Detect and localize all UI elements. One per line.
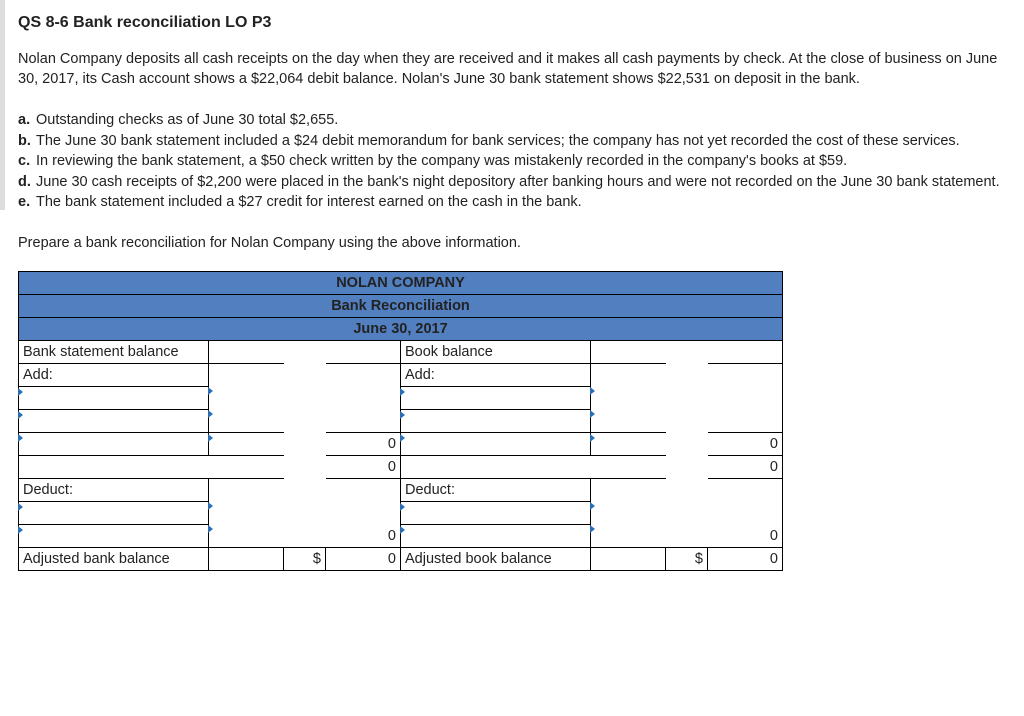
dropdown-cell[interactable]: [591, 501, 666, 524]
input-cell[interactable]: [209, 478, 284, 501]
input-cell[interactable]: [209, 363, 284, 386]
item-list: a. Outstanding checks as of June 30 tota…: [18, 111, 1010, 213]
table-row: 0 0: [19, 455, 783, 478]
dropdown-cell[interactable]: [209, 524, 284, 547]
table-row: Add: Add:: [19, 363, 783, 386]
instruction-text: Prepare a bank reconciliation for Nolan …: [18, 235, 1010, 251]
calc-cell: 0: [708, 524, 783, 547]
reconciliation-table: NOLAN COMPANY Bank Reconciliation June 3…: [18, 271, 783, 571]
input-cell[interactable]: [708, 363, 783, 386]
dropdown-cell[interactable]: [401, 524, 591, 547]
calc-cell: 0: [326, 432, 401, 455]
table-company: NOLAN COMPANY: [19, 271, 783, 294]
table-row: Deduct: Deduct:: [19, 478, 783, 501]
dropdown-cell[interactable]: [401, 432, 591, 455]
input-cell[interactable]: [209, 547, 284, 570]
input-cell[interactable]: [591, 547, 666, 570]
dropdown-cell[interactable]: [19, 386, 209, 409]
table-row: [19, 386, 783, 409]
input-cell[interactable]: [708, 386, 783, 409]
calc-cell: 0: [326, 524, 401, 547]
dropdown-cell[interactable]: [401, 409, 591, 432]
table-row: [19, 501, 783, 524]
table-date: June 30, 2017: [19, 317, 783, 340]
input-cell[interactable]: [591, 478, 666, 501]
page-title: QS 8-6 Bank reconciliation LO P3: [18, 14, 1010, 32]
dropdown-cell[interactable]: [591, 386, 666, 409]
dropdown-cell[interactable]: [209, 409, 284, 432]
input-cell[interactable]: [326, 363, 401, 386]
list-item: d. June 30 cash receipts of $2,200 were …: [18, 173, 1010, 193]
table-row: [19, 409, 783, 432]
item-text: Outstanding checks as of June 30 total $…: [36, 111, 1010, 131]
input-cell[interactable]: [326, 340, 401, 363]
dropdown-cell[interactable]: [209, 501, 284, 524]
dropdown-cell[interactable]: [591, 409, 666, 432]
label-adj-book: Adjusted book balance: [401, 547, 591, 570]
item-marker: b.: [18, 132, 36, 152]
input-cell[interactable]: [209, 340, 284, 363]
input-cell[interactable]: [708, 340, 783, 363]
item-text: The June 30 bank statement included a $2…: [36, 132, 1010, 152]
dollar-sign: $: [666, 547, 708, 570]
list-item: e. The bank statement included a $27 cre…: [18, 193, 1010, 213]
input-cell[interactable]: [708, 478, 783, 501]
dropdown-cell[interactable]: [209, 432, 284, 455]
dropdown-cell[interactable]: [591, 432, 666, 455]
label-book-bal: Book balance: [401, 340, 591, 363]
dropdown-cell[interactable]: [209, 386, 284, 409]
dollar-sign: $: [284, 547, 326, 570]
dropdown-cell[interactable]: [591, 524, 666, 547]
input-cell[interactable]: [326, 501, 401, 524]
table-row: 0 0: [19, 432, 783, 455]
label-adj-bank: Adjusted bank balance: [19, 547, 209, 570]
table-title: Bank Reconciliation: [19, 294, 783, 317]
item-text: The bank statement included a $27 credit…: [36, 193, 1010, 213]
table-row: Bank statement balance Book balance: [19, 340, 783, 363]
dropdown-cell[interactable]: [401, 386, 591, 409]
dropdown-cell[interactable]: [19, 409, 209, 432]
item-text: June 30 cash receipts of $2,200 were pla…: [36, 173, 1010, 193]
input-cell[interactable]: [591, 340, 666, 363]
list-item: c. In reviewing the bank statement, a $5…: [18, 152, 1010, 172]
input-cell[interactable]: [708, 501, 783, 524]
item-marker: c.: [18, 152, 36, 172]
table-row: 0 0: [19, 524, 783, 547]
label-bank-stmt: Bank statement balance: [19, 340, 209, 363]
input-cell[interactable]: [326, 478, 401, 501]
item-marker: e.: [18, 193, 36, 213]
table-row: Adjusted bank balance $ 0 Adjusted book …: [19, 547, 783, 570]
label-add: Add:: [19, 363, 209, 386]
label-deduct: Deduct:: [401, 478, 591, 501]
input-cell[interactable]: [326, 386, 401, 409]
calc-cell: 0: [326, 547, 401, 570]
list-item: a. Outstanding checks as of June 30 tota…: [18, 111, 1010, 131]
dropdown-cell[interactable]: [19, 432, 209, 455]
item-marker: d.: [18, 173, 36, 193]
input-cell[interactable]: [708, 409, 783, 432]
input-cell[interactable]: [591, 363, 666, 386]
calc-cell: 0: [708, 547, 783, 570]
dropdown-cell[interactable]: [19, 524, 209, 547]
label-deduct: Deduct:: [19, 478, 209, 501]
label-add: Add:: [401, 363, 591, 386]
item-text: In reviewing the bank statement, a $50 c…: [36, 152, 1010, 172]
input-cell[interactable]: [326, 409, 401, 432]
calc-cell: 0: [708, 432, 783, 455]
dropdown-cell[interactable]: [401, 501, 591, 524]
list-item: b. The June 30 bank statement included a…: [18, 132, 1010, 152]
intro-paragraph: Nolan Company deposits all cash receipts…: [18, 50, 1010, 89]
calc-cell: 0: [708, 455, 783, 478]
dropdown-cell[interactable]: [19, 501, 209, 524]
item-marker: a.: [18, 111, 36, 131]
calc-cell: 0: [326, 455, 401, 478]
